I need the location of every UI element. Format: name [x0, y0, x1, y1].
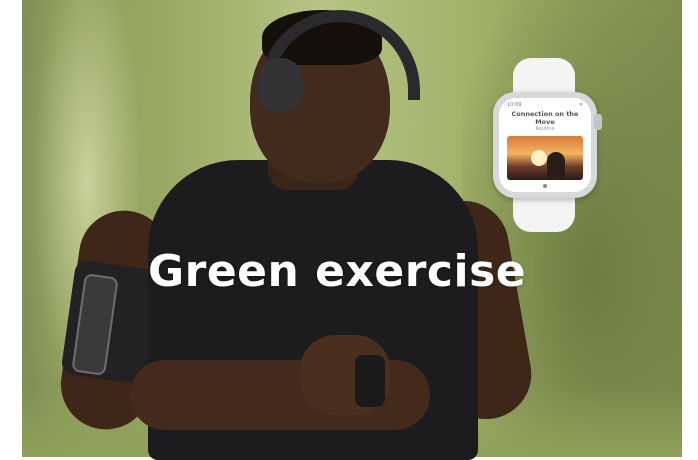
headphone-earcup: [258, 58, 303, 113]
watch-status-bar: 10:09 ✕: [507, 102, 583, 110]
smartwatch-icon: 10:09 ✕ Connection on the Move Routine: [493, 58, 605, 236]
close-icon: ✕: [578, 102, 583, 108]
watch-screen: 10:09 ✕ Connection on the Move Routine: [499, 98, 591, 192]
wrist-smartwatch: [355, 355, 385, 407]
watch-app-title: Connection on the Move: [511, 110, 579, 126]
watch-crown: [594, 114, 602, 130]
watch-app-subtitle: Routine: [535, 126, 555, 132]
watch-time: 10:09: [507, 102, 522, 108]
sunset-sun: [531, 150, 547, 166]
watch-strap-bottom: [513, 194, 575, 232]
silhouette-figure: [547, 152, 565, 180]
headline: Green exercise: [148, 246, 527, 297]
watch-app-image: [507, 136, 583, 180]
page-indicator-dot: [543, 184, 547, 188]
